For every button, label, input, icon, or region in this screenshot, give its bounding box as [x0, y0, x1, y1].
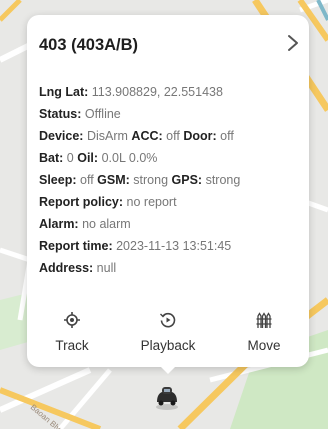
- row-report-time: Report time: 2023-11-13 13:51:45: [39, 239, 232, 253]
- replay-icon: [160, 312, 176, 328]
- vehicle-info-card: 403 (403A/B) Lng Lat: 113.908829, 22.551…: [27, 15, 309, 367]
- row-battery: Bat: 0 Oil: 0.0L 0.0%: [39, 151, 158, 165]
- row-report-policy: Report policy: no report: [39, 195, 177, 209]
- row-device: Device: DisArm ACC: off Door: off: [39, 129, 234, 143]
- card-pointer: [160, 366, 176, 374]
- action-bar: Track Playback Move: [27, 311, 309, 363]
- track-button[interactable]: Track: [32, 311, 112, 363]
- move-button[interactable]: Move: [224, 311, 304, 363]
- fence-icon: [256, 312, 272, 328]
- row-alarm: Alarm: no alarm: [39, 217, 131, 231]
- chevron-right-icon[interactable]: [285, 33, 301, 53]
- row-sleep: Sleep: off GSM: strong GPS: strong: [39, 173, 241, 187]
- vehicle-marker-icon[interactable]: [152, 382, 182, 412]
- vehicle-title: 403 (403A/B): [39, 36, 139, 54]
- row-status: Status: Offline: [39, 107, 121, 121]
- row-address: Address: null: [39, 261, 117, 275]
- playback-button[interactable]: Playback: [128, 311, 208, 363]
- row-lnglat: Lng Lat: 113.908829, 22.551438: [39, 85, 223, 99]
- info-rows: Lng Lat: 113.908829, 22.551438 Status: O…: [39, 81, 303, 279]
- crosshair-icon: [64, 312, 80, 328]
